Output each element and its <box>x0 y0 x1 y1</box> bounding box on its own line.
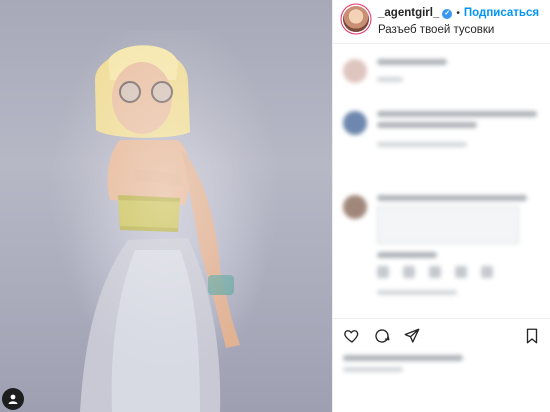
photo-highlight <box>40 30 290 390</box>
share-icon[interactable] <box>403 327 421 345</box>
post-caption: Разъеб твоей тусовки <box>378 24 495 36</box>
comment-item <box>343 59 447 87</box>
person-tag-icon <box>8 394 18 404</box>
action-icons <box>343 327 541 345</box>
author-avatar[interactable] <box>343 6 369 32</box>
heart-icon[interactable] <box>343 327 361 345</box>
post-header: _agentgirl_ ✓ • Подписаться Разъеб твоей… <box>333 0 550 44</box>
commenter-avatar <box>343 195 367 219</box>
commenter-avatar <box>343 111 367 135</box>
commenter-avatar <box>343 59 367 83</box>
comments-list[interactable] <box>333 45 550 315</box>
comment-item <box>343 195 527 300</box>
post-side-panel: _agentgirl_ ✓ • Подписаться Разъеб твоей… <box>332 0 550 412</box>
comment-item <box>343 111 537 152</box>
comment-icon[interactable] <box>373 327 391 345</box>
follow-button[interactable]: Подписаться <box>464 6 539 21</box>
photo-tag-button[interactable] <box>2 388 24 410</box>
header-text: _agentgirl_ ✓ • Подписаться Разъеб твоей… <box>378 6 539 38</box>
blurred-likes-and-date <box>343 355 541 372</box>
verified-badge-icon: ✓ <box>442 8 453 19</box>
bookmark-icon[interactable] <box>523 327 541 345</box>
post-actions <box>333 318 550 377</box>
header-separator: • <box>456 8 460 19</box>
post-photo[interactable] <box>0 0 332 412</box>
likes-count <box>343 355 541 361</box>
author-username[interactable]: _agentgirl_ <box>378 6 439 21</box>
post-date <box>343 367 541 372</box>
author-line: _agentgirl_ ✓ • Подписаться <box>378 6 539 21</box>
